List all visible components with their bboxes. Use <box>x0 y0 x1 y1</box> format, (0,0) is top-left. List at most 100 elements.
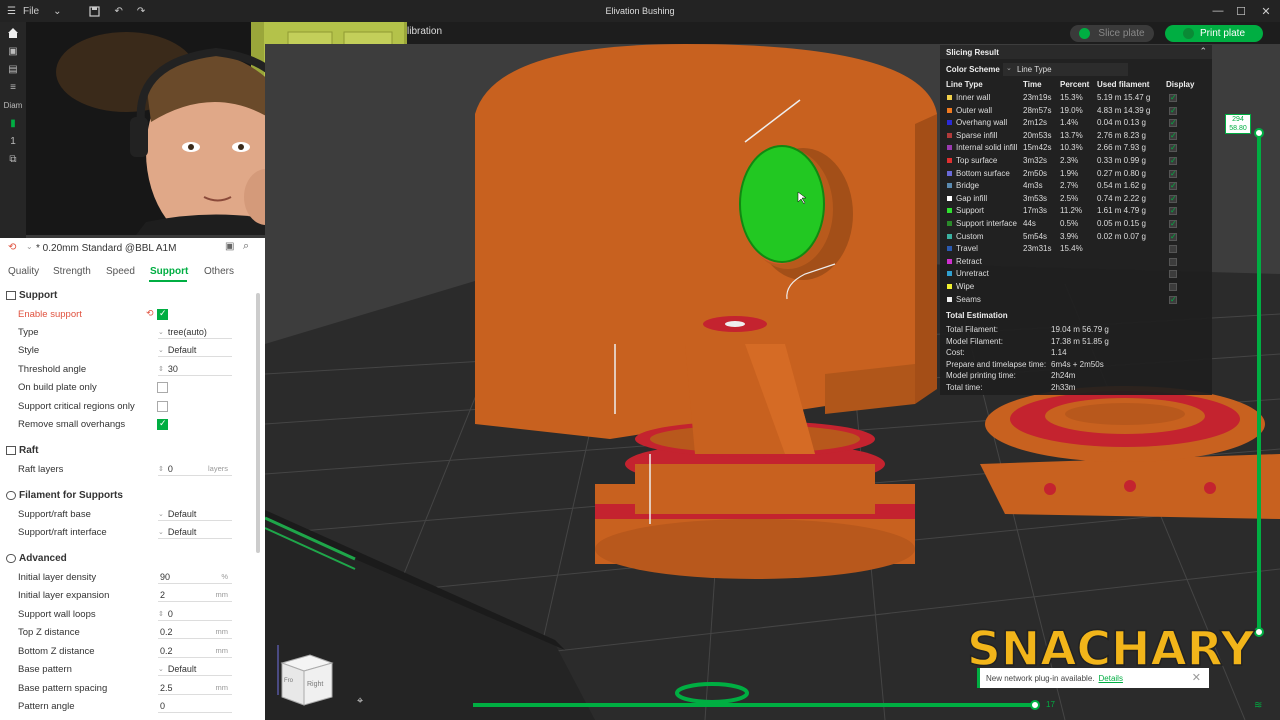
layer-slider-track[interactable] <box>1257 130 1261 630</box>
display-checkbox[interactable] <box>1169 283 1177 291</box>
menu-icon[interactable]: ☰ <box>0 0 23 22</box>
view-cube[interactable]: Fro Right <box>274 645 338 710</box>
type-label: Type <box>18 327 39 338</box>
tab-support[interactable]: Support <box>150 266 188 277</box>
list-icon[interactable]: ≡ <box>0 78 26 96</box>
panel-scrollbar[interactable] <box>256 293 260 553</box>
build-plate-only-checkbox[interactable] <box>157 382 168 393</box>
layer-slider-bottom-knob[interactable] <box>1254 627 1264 637</box>
reset-icon[interactable]: ⟲ <box>146 308 154 319</box>
layers-icon[interactable]: ⧉ <box>0 150 26 168</box>
display-checkbox[interactable] <box>1169 194 1177 203</box>
tab-others[interactable]: Others <box>204 266 234 277</box>
home-icon[interactable] <box>0 24 26 42</box>
enable-support-checkbox[interactable] <box>157 308 168 320</box>
line-type-name: Retract <box>956 256 982 266</box>
color-scheme-select[interactable]: ⌄ Line Type <box>1003 63 1128 76</box>
base-pattern-select[interactable]: ⌄ Default <box>158 662 232 676</box>
print-plate-button[interactable]: Print plate <box>1165 25 1263 42</box>
preset-reset-icon[interactable]: ⟲ <box>8 242 16 253</box>
raft-layers-input[interactable]: ⇕ 0 layers <box>158 462 232 476</box>
bottom-z-distance-unit: mm <box>215 646 229 655</box>
undo-icon[interactable]: ↶ <box>107 0 129 22</box>
prepare-icon[interactable]: ▣ <box>0 42 26 60</box>
save-icon[interactable] <box>82 0 107 22</box>
display-checkbox[interactable] <box>1169 257 1177 266</box>
tab-strength[interactable]: Strength <box>53 266 91 277</box>
slice-plate-button[interactable]: Slice plate <box>1070 25 1154 42</box>
line-type-row: Support 17m3s 11.2% 1.61 m 4.79 g <box>940 205 1212 218</box>
file-menu[interactable]: File <box>23 0 46 22</box>
line-type-percent: 11.2% <box>1060 206 1083 216</box>
display-checkbox[interactable] <box>1169 143 1177 153</box>
line-type-used: 5.19 m 15.47 g <box>1097 93 1151 102</box>
remove-small-overhangs-checkbox[interactable] <box>157 418 168 430</box>
support-raft-base-select[interactable]: ⌄ Default <box>158 507 232 521</box>
display-checkbox[interactable] <box>1169 131 1177 140</box>
tab-quality[interactable]: Quality <box>8 266 39 277</box>
display-checkbox[interactable] <box>1169 118 1177 128</box>
slice-plate-label: Slice plate <box>1098 28 1145 39</box>
display-checkbox[interactable] <box>1169 156 1177 165</box>
object-icon[interactable]: ▤ <box>0 60 26 78</box>
line-type-percent: 13.7% <box>1060 130 1083 140</box>
display-checkbox[interactable] <box>1169 219 1177 228</box>
initial-layer-density-input[interactable]: 90% <box>158 570 232 584</box>
tab-calibration[interactable]: libration <box>407 26 442 37</box>
preset-dropdown-icon[interactable]: ⌄ <box>26 242 33 251</box>
fit-view-icon[interactable]: ⌖ <box>357 695 371 709</box>
type-select[interactable]: ⌄ tree(auto) <box>158 325 232 339</box>
display-checkbox[interactable] <box>1169 206 1177 216</box>
line-type-used: 1.61 m 4.79 g <box>1097 206 1146 216</box>
close-icon[interactable]: ✕ <box>1254 0 1278 22</box>
move-slider-track[interactable] <box>473 703 1038 707</box>
bottom-z-distance-input[interactable]: 0.2 mm <box>158 644 232 658</box>
preset-save-icon[interactable]: ▣ <box>225 241 234 252</box>
style-select[interactable]: ⌄ Default <box>158 343 232 357</box>
initial-layer-expansion-input[interactable]: 2 mm <box>158 588 232 602</box>
line-type-used: 4.83 m 14.39 g <box>1097 105 1151 115</box>
line-type-percent: 15.3% <box>1060 93 1083 102</box>
slice-icon <box>1079 28 1091 39</box>
line-type-row: Top surface 3m32s 2.3% 0.33 m 0.99 g <box>940 155 1212 168</box>
display-checkbox[interactable] <box>1169 295 1177 304</box>
tab-speed[interactable]: Speed <box>106 266 135 277</box>
support-wall-loops-input[interactable]: ⇕ 0 <box>158 607 232 621</box>
line-type-time: 44s <box>1023 219 1036 228</box>
move-slider-knob[interactable] <box>1030 700 1040 710</box>
build-plate-only-label: On build plate only <box>18 382 97 393</box>
pattern-angle-input[interactable]: 0 <box>158 699 232 713</box>
maximize-icon[interactable]: ☐ <box>1229 0 1253 22</box>
layers-toggle-icon[interactable]: ≋ <box>1254 700 1262 711</box>
line-type-swatch <box>947 246 952 252</box>
minimize-icon[interactable]: — <box>1206 0 1230 22</box>
process-preset-select[interactable]: * 0.20mm Standard @BBL A1M <box>36 243 176 254</box>
line-type-name: Wipe <box>956 282 975 291</box>
line-type-time: 4m3s <box>1023 181 1043 191</box>
critical-regions-checkbox[interactable] <box>157 401 168 412</box>
initial-layer-density-value: 90 <box>160 571 171 582</box>
display-checkbox[interactable] <box>1169 232 1177 241</box>
search-icon[interactable]: ⌕ <box>243 240 249 253</box>
line-type-percent: 1.9% <box>1060 168 1079 178</box>
display-checkbox[interactable] <box>1169 93 1177 102</box>
redo-icon[interactable]: ↷ <box>130 0 152 22</box>
chevron-down-icon[interactable]: ⌄ <box>46 0 68 22</box>
threshold-angle-input[interactable]: ⇕ 30 <box>158 362 232 376</box>
line-type-percent: 2.7% <box>1060 181 1079 191</box>
top-z-distance-input[interactable]: 0.2 mm <box>158 625 232 639</box>
display-checkbox[interactable] <box>1169 169 1177 178</box>
display-checkbox[interactable] <box>1169 270 1177 279</box>
support-raft-interface-select[interactable]: ⌄ Default <box>158 525 232 539</box>
display-checkbox[interactable] <box>1169 106 1177 115</box>
line-type-row: Bottom surface 2m50s 1.9% 0.27 m 0.80 g <box>940 168 1212 181</box>
rail-text-1: 1 <box>10 135 16 147</box>
line-type-percent: 15.4% <box>1060 244 1083 254</box>
layer-slider-top-knob[interactable] <box>1254 128 1264 138</box>
print-plate-label: Print plate <box>1199 28 1246 39</box>
display-checkbox[interactable] <box>1169 181 1177 191</box>
display-checkbox[interactable] <box>1169 245 1177 254</box>
base-pattern-spacing-input[interactable]: 2.5 mm <box>158 681 232 695</box>
channel-watermark: SNACHARY <box>966 621 1255 678</box>
collapse-icon[interactable]: ⌃ <box>1199 46 1207 57</box>
